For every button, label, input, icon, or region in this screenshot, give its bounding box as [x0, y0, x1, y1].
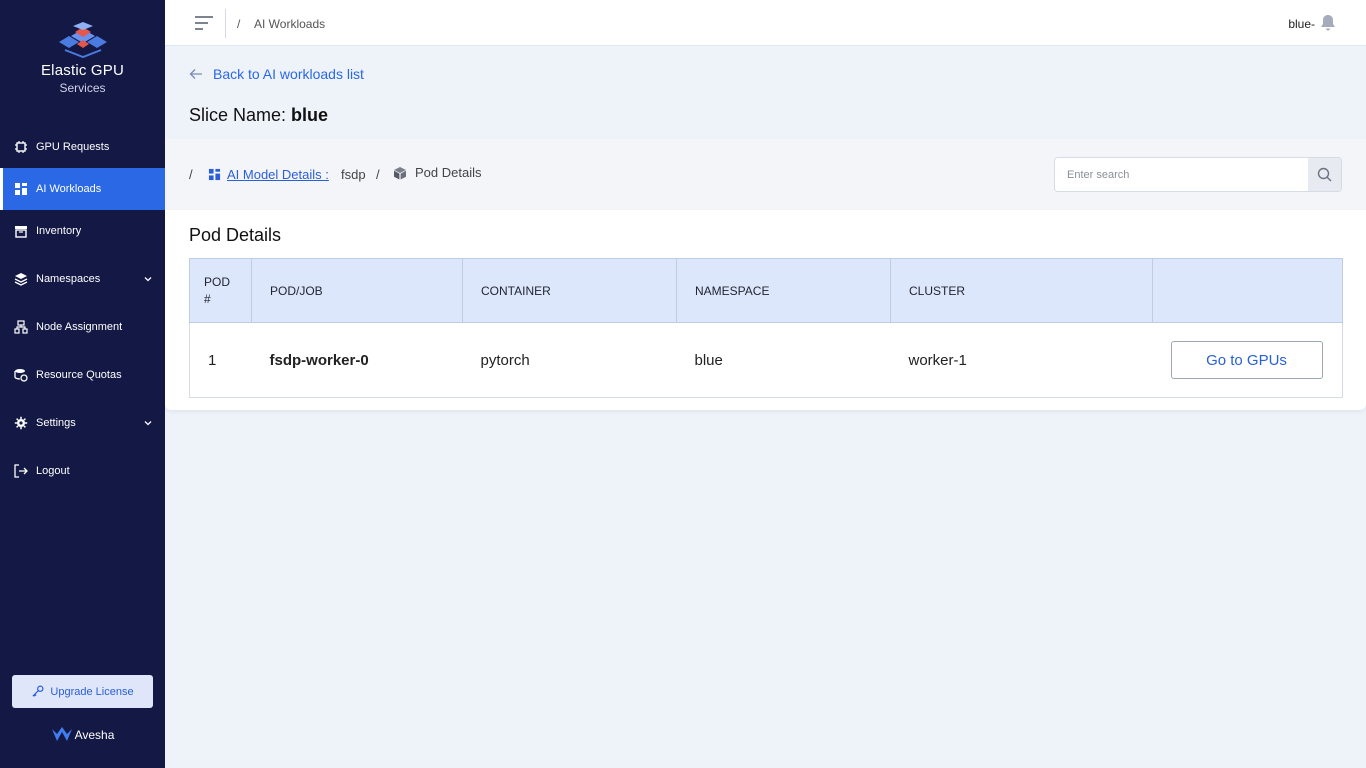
column-header-pod-job: POD/JOB [251, 258, 463, 323]
sidebar-item-label: Inventory [36, 225, 82, 237]
quota-icon [14, 368, 28, 382]
bell-icon[interactable] [1320, 14, 1336, 31]
pod-details-card: Pod Details POD # POD/JOB CONTAINER NAME… [165, 210, 1366, 410]
topbar-divider [225, 9, 226, 38]
header-label: # [204, 291, 211, 306]
breadcrumb-separator: / [189, 167, 193, 182]
vendor-logo: Avesha [0, 726, 165, 744]
sidebar-item-node-assignment[interactable]: Node Assignment [0, 306, 165, 348]
search-input[interactable] [1055, 158, 1309, 191]
gear-icon [14, 416, 28, 430]
elastic-gpu-logo [58, 22, 107, 58]
search-icon [1317, 167, 1332, 182]
archive-icon [14, 224, 28, 238]
cell-namespace: blue [676, 322, 891, 398]
table-row: 1 fsdp-worker-0 pytorch blue worker-1 Go… [189, 322, 1343, 398]
brand: Elastic GPU Services [0, 22, 165, 95]
sidebar-item-label: Resource Quotas [36, 369, 122, 381]
slice-name-prefix: Slice Name: [189, 105, 287, 125]
sidebar-nav: GPU Requests AI Workloads Inventory Name… [0, 126, 165, 492]
table-header-row: POD # POD/JOB CONTAINER NAMESPACE CLUSTE… [189, 258, 1343, 323]
sidebar-item-label: GPU Requests [36, 141, 110, 153]
cell-cluster: worker-1 [890, 322, 1153, 398]
cell-container: pytorch [462, 322, 677, 398]
chevron-down-icon [144, 277, 152, 282]
slice-name-value: blue [291, 105, 329, 125]
key-icon [32, 685, 44, 697]
header-label: POD [204, 274, 231, 289]
sidebar-item-resource-quotas[interactable]: Resource Quotas [0, 354, 165, 396]
column-header-action [1152, 258, 1343, 323]
brand-title: Elastic GPU [40, 62, 125, 79]
logout-icon [14, 464, 28, 478]
workloads-icon [208, 168, 221, 181]
page-title: Slice Name: blue [189, 105, 328, 126]
sidebar-item-ai-workloads[interactable]: AI Workloads [0, 168, 165, 210]
cpu-icon [14, 140, 28, 154]
breadcrumb-bar: / AI Model Details : fsdp / Pod Details [165, 139, 1366, 210]
sidebar-item-label: Namespaces [36, 273, 101, 285]
sidebar-item-logout[interactable]: Logout [0, 450, 165, 492]
cell-action: Go to GPUs [1152, 322, 1343, 398]
brand-subtitle: Services [59, 81, 106, 95]
column-header-namespace: NAMESPACE [676, 258, 891, 323]
breadcrumb-separator: / [237, 17, 241, 31]
ai-model-details-link[interactable]: AI Model Details : [208, 167, 329, 182]
cube-icon [394, 166, 406, 179]
cell-pod-num: 1 [189, 322, 252, 398]
layers-icon [14, 272, 28, 286]
workloads-icon [14, 182, 28, 196]
search-box [1054, 157, 1342, 192]
sidebar-item-label: Settings [36, 417, 76, 429]
user-name[interactable]: blue- [1288, 17, 1315, 31]
sidebar-item-label: AI Workloads [36, 183, 102, 195]
breadcrumb-current: Pod Details [393, 165, 481, 180]
pod-table: POD # POD/JOB CONTAINER NAMESPACE CLUSTE… [189, 258, 1343, 398]
top-bar: / AI Workloads blue- [165, 0, 1366, 46]
sidebar-item-namespaces[interactable]: Namespaces [0, 258, 165, 300]
chevron-down-icon [144, 421, 152, 426]
upgrade-license-button[interactable]: Upgrade License [12, 675, 153, 708]
go-to-gpus-button[interactable]: Go to GPUs [1170, 341, 1323, 379]
sidebar-item-settings[interactable]: Settings [0, 402, 165, 444]
sidebar-item-inventory[interactable]: Inventory [0, 210, 165, 252]
avesha-logo-icon [51, 727, 72, 741]
back-link[interactable]: Back to AI workloads list [189, 66, 364, 82]
sidebar-item-label: Logout [36, 465, 70, 477]
breadcrumb-separator: / [376, 167, 380, 182]
menu-icon[interactable] [194, 15, 214, 31]
column-header-pod-num: POD # [189, 258, 252, 323]
sidebar-item-gpu-requests[interactable]: GPU Requests [0, 126, 165, 168]
sidebar: Elastic GPU Services GPU Requests AI Wor… [0, 0, 165, 768]
sitemap-icon [14, 320, 28, 334]
vendor-name: Avesha [74, 728, 115, 742]
breadcrumb-current-label: Pod Details [415, 165, 482, 180]
column-header-container: CONTAINER [462, 258, 677, 323]
back-link-label: Back to AI workloads list [213, 66, 364, 82]
ai-model-details-label: AI Model Details : [227, 167, 329, 182]
sidebar-item-label: Node Assignment [36, 321, 123, 333]
column-header-cluster: CLUSTER [890, 258, 1153, 323]
model-name: fsdp [341, 167, 366, 182]
breadcrumb-current[interactable]: AI Workloads [254, 17, 325, 31]
upgrade-license-label: Upgrade License [50, 685, 134, 698]
card-title: Pod Details [189, 225, 282, 245]
search-button[interactable] [1308, 158, 1341, 191]
arrow-left-icon [189, 69, 202, 79]
cell-pod-job: fsdp-worker-0 [251, 322, 463, 398]
